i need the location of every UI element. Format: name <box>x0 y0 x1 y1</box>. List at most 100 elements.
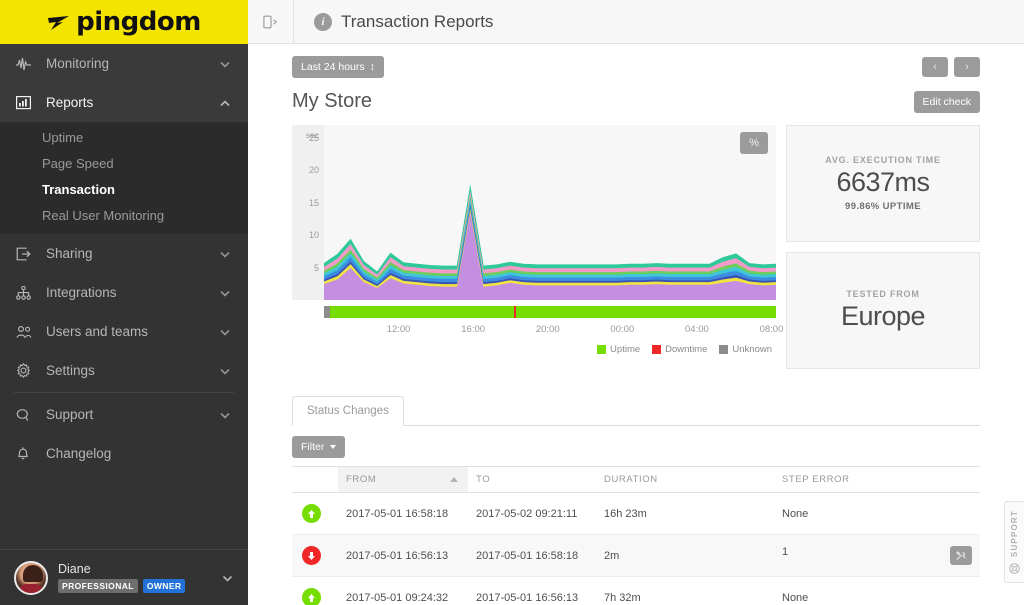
pingdom-logo-icon <box>47 12 73 32</box>
chevron-down-icon[interactable] <box>222 569 234 587</box>
avatar <box>14 561 48 595</box>
legend-item-unknown: Unknown <box>719 344 772 355</box>
sidebar-item-label: Reports <box>38 95 220 110</box>
stat-value: Europe <box>841 302 925 332</box>
uptime-bar-wrap <box>292 306 776 318</box>
table-row[interactable]: 2017-05-01 09:24:322017-05-01 16:56:137h… <box>292 577 980 605</box>
sidebar-subitem-real-user-monitoring[interactable]: Real User Monitoring <box>0 202 248 228</box>
uptime-bar[interactable] <box>324 306 776 318</box>
filter-row: Filter <box>292 426 980 466</box>
legend-item-downtime: Downtime <box>652 344 707 355</box>
stat-value: 6637ms <box>836 168 929 198</box>
check-title-row: My Store Edit check <box>292 90 980 113</box>
column-header-step-error[interactable]: STEP ERROR <box>774 467 980 493</box>
legend-item-uptime: Uptime <box>597 344 640 355</box>
status-up-icon <box>302 588 321 605</box>
percent-toggle-button[interactable]: % <box>740 132 768 154</box>
chevron-down-icon <box>220 407 232 422</box>
info-icon[interactable]: i <box>314 13 332 31</box>
column-header-to[interactable]: TO <box>468 467 596 493</box>
column-header-duration[interactable]: DURATION <box>596 467 774 493</box>
tab-status-changes[interactable]: Status Changes <box>292 396 404 426</box>
status-up-icon <box>302 504 321 523</box>
chevron-down-icon <box>220 363 232 378</box>
prev-button[interactable]: ‹ <box>922 57 948 77</box>
sidebar-item-label: Settings <box>38 363 220 378</box>
chevron-down-icon <box>220 285 232 300</box>
legend-swatch-uptime <box>597 345 606 354</box>
cell-duration: 16h 23m <box>596 493 774 535</box>
cell-from: 2017-05-01 09:24:32 <box>338 577 468 605</box>
sidebar-subitem-label: Real User Monitoring <box>42 208 164 223</box>
sidebar-subitem-transaction[interactable]: Transaction <box>0 176 248 202</box>
uptime-segment-uptime-1[interactable] <box>330 306 514 318</box>
sidebar-spacer <box>0 511 248 549</box>
stacked-area-chart <box>324 125 776 300</box>
edit-check-button[interactable]: Edit check <box>914 91 980 113</box>
sidebar-profile[interactable]: Diane PROFESSIONAL OWNER <box>0 549 248 605</box>
chart-bar-icon <box>16 95 38 110</box>
row-tools-button[interactable] <box>950 546 972 565</box>
support-tab-label: SUPPORT <box>1010 510 1019 557</box>
uptime-segment-uptime-3[interactable] <box>516 306 776 318</box>
sidebar-nav: Monitoring Reports <box>0 44 248 511</box>
sidebar-subitem-page-speed[interactable]: Page Speed <box>0 150 248 176</box>
chart-container: sec 5 10 15 20 25 % <box>292 125 776 300</box>
bell-icon <box>16 446 38 461</box>
pulse-icon <box>16 57 38 71</box>
table-header-row: FROM TO DURATION STEP ERROR <box>292 467 980 493</box>
table-row[interactable]: 2017-05-01 16:58:182017-05-02 09:21:1116… <box>292 493 980 535</box>
sidebar-subitem-label: Transaction <box>42 182 115 197</box>
sidebar-subitem-label: Uptime <box>42 130 83 145</box>
status-down-icon <box>302 546 321 565</box>
sidebar-item-users-and-teams[interactable]: Users and teams <box>0 312 248 351</box>
sidebar-subitem-uptime[interactable]: Uptime <box>0 124 248 150</box>
chart-y-axis: sec 5 10 15 20 25 <box>292 125 324 300</box>
profile-meta: Diane PROFESSIONAL OWNER <box>58 562 212 593</box>
y-axis-tick: 20 <box>309 165 319 175</box>
next-button[interactable]: › <box>954 57 980 77</box>
sidebar-item-reports[interactable]: Reports <box>0 83 248 122</box>
legend-label: Downtime <box>665 344 707 355</box>
column-label: FROM <box>346 474 376 485</box>
sidebar-item-sharing[interactable]: Sharing <box>0 234 248 273</box>
sidebar-item-support[interactable]: Support <box>0 395 248 434</box>
stat-cards: AVG. EXECUTION TIME 6637ms 99.86% UPTIME… <box>786 125 980 369</box>
sidebar-item-label: Integrations <box>38 285 220 300</box>
top-bar: i Transaction Reports <box>248 0 1024 44</box>
stat-label: TESTED FROM <box>846 289 919 299</box>
x-axis-tick: 20:00 <box>536 324 560 335</box>
sidebar-item-monitoring[interactable]: Monitoring <box>0 44 248 83</box>
sidebar-collapse-icon[interactable] <box>248 0 294 44</box>
chevron-down-icon <box>220 56 232 71</box>
sidebar-item-changelog[interactable]: Changelog <box>0 434 248 473</box>
users-icon <box>16 325 38 339</box>
chart-plot-area[interactable]: % <box>324 125 776 300</box>
support-tab[interactable]: SUPPORT <box>1004 501 1024 583</box>
column-header-from[interactable]: FROM <box>338 467 468 493</box>
sidebar-divider <box>14 392 234 393</box>
x-axis-tick: 08:00 <box>760 324 784 335</box>
x-axis-tick: 12:00 <box>387 324 411 335</box>
filter-label: Filter <box>301 441 324 453</box>
date-range-label: Last 24 hours <box>301 61 365 73</box>
sidebar-item-label: Sharing <box>38 246 220 261</box>
sidebar-subitem-label: Page Speed <box>42 156 114 171</box>
x-axis-tick: 04:00 <box>685 324 709 335</box>
filter-button[interactable]: Filter <box>292 436 345 458</box>
status-changes-table: FROM TO DURATION STEP ERROR 2017-05-01 1… <box>292 466 980 605</box>
cell-status <box>292 493 338 535</box>
date-range-selector[interactable]: Last 24 hours ↕ <box>292 56 384 78</box>
table-row[interactable]: 2017-05-01 16:56:132017-05-01 16:58:182m… <box>292 535 980 577</box>
response-time-chart-card: sec 5 10 15 20 25 % <box>292 125 776 369</box>
y-axis-tick: 25 <box>309 133 319 143</box>
gear-icon <box>16 363 38 378</box>
tab-bar: Status Changes <box>292 395 980 426</box>
stat-label: AVG. EXECUTION TIME <box>825 155 941 165</box>
profile-name: Diane <box>58 562 212 576</box>
column-header-status <box>292 467 338 493</box>
brand-logo[interactable]: pingdom <box>0 0 248 44</box>
table-head: FROM TO DURATION STEP ERROR <box>292 467 980 493</box>
sidebar-item-settings[interactable]: Settings <box>0 351 248 390</box>
sidebar-item-integrations[interactable]: Integrations <box>0 273 248 312</box>
